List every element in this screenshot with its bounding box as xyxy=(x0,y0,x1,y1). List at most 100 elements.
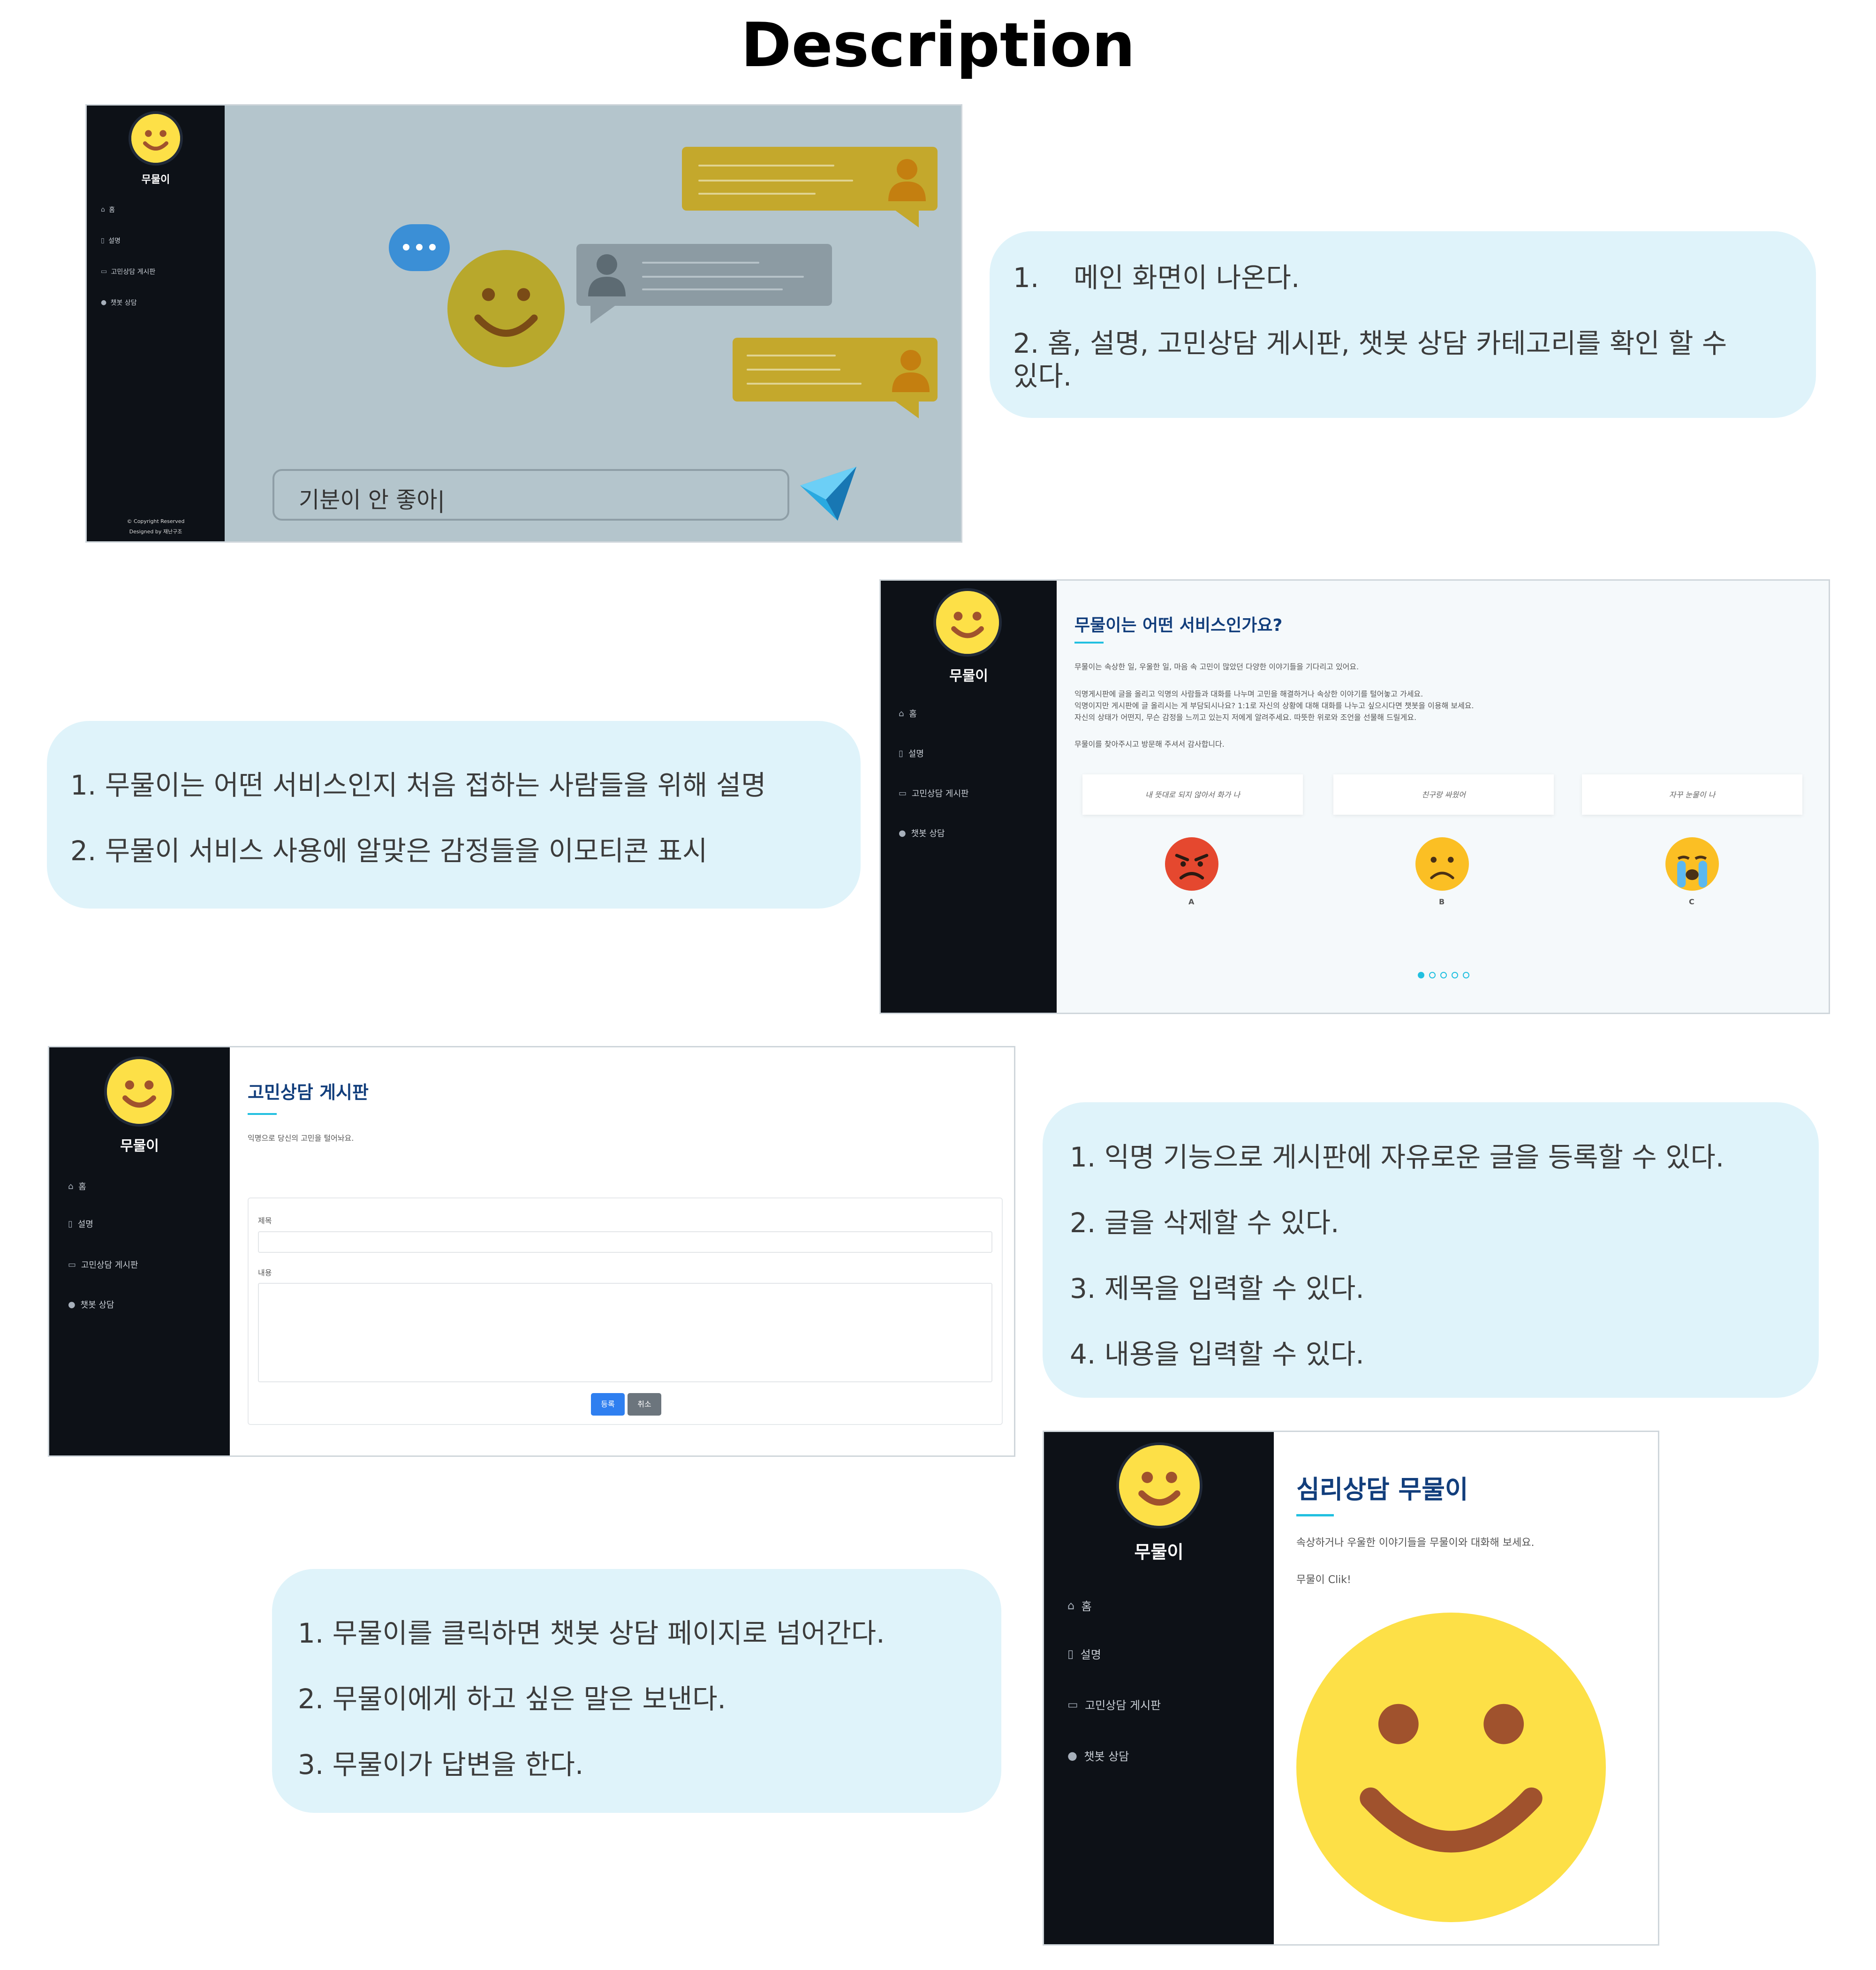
bubble3-line4: 4. 내용을 입력할 수 있다. xyxy=(1070,1338,1364,1370)
bubble3-line2: 2. 글을 삭제할 수 있다. xyxy=(1070,1207,1339,1239)
nav-home[interactable]: ⌂ 홈 xyxy=(68,1180,86,1192)
content-label: 내용 xyxy=(258,1268,272,1277)
angry-face-icon xyxy=(1165,837,1218,891)
chatbot-smiley-button[interactable] xyxy=(1296,1613,1606,1922)
testimonial-quote: 친구랑 싸웠어 xyxy=(1422,790,1466,799)
book-icon: ▯ xyxy=(101,237,105,244)
nav-about[interactable]: ▯ 설명 xyxy=(68,1218,93,1230)
intro-paragraph-1: 무물이는 속상한 일, 우울한 일, 마음 속 고민이 많았던 다양한 이야기들… xyxy=(1074,662,1359,671)
brand-name: 무물이 xyxy=(1134,1542,1184,1562)
nav-board[interactable]: ▭ 고민상담 게시판 xyxy=(1067,1696,1161,1712)
chat-icon: ● xyxy=(1067,1749,1077,1762)
description-bubble-chatbot-page: 1. 무물이를 클릭하면 챗봇 상담 페이지로 넘어간다. 2. 무물이에게 하… xyxy=(272,1569,1001,1813)
bubble2-line1: 1. 무물이는 어떤 서비스인지 처음 접하는 사람들을 위해 설명 xyxy=(70,769,766,801)
nav-about-label: 설명 xyxy=(77,1220,93,1229)
pagination-dot[interactable] xyxy=(1463,972,1469,978)
typing-bubble-icon xyxy=(389,224,450,271)
smiley-logo[interactable] xyxy=(131,114,180,163)
chatbot-landing-content: 심리상담 무물이 속상하거나 우울한 이야기들을 무물이와 대화해 보세요. 무… xyxy=(1274,1432,1658,1944)
smiley-logo[interactable] xyxy=(107,1059,172,1124)
nav-chatbot[interactable]: ● 챗봇 상담 xyxy=(101,298,137,307)
nav-about[interactable]: ▯ 설명 xyxy=(899,747,924,759)
pagination-dot[interactable] xyxy=(1429,972,1436,978)
clipboard-icon: ▭ xyxy=(1067,1697,1078,1711)
nav-chatbot[interactable]: ● 챗봇 상담 xyxy=(68,1298,114,1311)
description-content: 무물이는 어떤 서비스인가요? 무물이는 속상한 일, 우울한 일, 마음 속 … xyxy=(1057,581,1829,1013)
carousel-pagination[interactable] xyxy=(1418,971,1479,980)
testimonial-quote: 자꾸 눈물이 나 xyxy=(1669,790,1716,799)
nav-chatbot[interactable]: ● 챗봇 상담 xyxy=(1067,1747,1129,1764)
bubble1-line2b: 있다. xyxy=(1013,360,1072,392)
screenshot-chatbot-page: 무물이 ⌂ 홈 ▯ 설명 ▭ 고민상담 게시판 ● 챗봇 상담 심리상담 무물이 속상하… xyxy=(1043,1431,1659,1946)
description-bubble-about-page: 1. 무물이는 어떤 서비스인지 처음 접하는 사람들을 위해 설명 2. 무물… xyxy=(47,721,861,909)
send-icon[interactable] xyxy=(798,467,859,523)
footer-copyright: © Copyright Reserved xyxy=(127,518,185,524)
message-input-text: 기분이 안 좋아| xyxy=(299,487,445,513)
post-form: 제목 내용 등록 취소 xyxy=(248,1197,1003,1425)
screenshot-main-screen: 무물이 ⌂ 홈 ▯ 설명 ▭ 고민상담 게시판 ● 챗봇 상담 © Copyright … xyxy=(85,104,962,543)
pagination-dot[interactable] xyxy=(1440,972,1447,978)
emoji-label-a: A xyxy=(1188,897,1195,906)
title-underline xyxy=(1296,1514,1334,1516)
chat-icon: ● xyxy=(101,299,107,306)
home-icon: ⌂ xyxy=(68,1181,74,1191)
testimonial-quote: 내 뜻대로 되지 않아서 화가 나 xyxy=(1145,790,1241,799)
page-heading: 심리상담 무물이 xyxy=(1296,1475,1468,1504)
pagination-dot-active[interactable] xyxy=(1418,972,1424,978)
page-title: Description xyxy=(741,9,1135,81)
sidebar: 무물이 ⌂ 홈 ▯ 설명 ▭ 고민상담 게시판 ● 챗봇 상담 xyxy=(881,581,1057,1013)
sidebar: 무물이 ⌂ 홈 ▯ 설명 ▭ 고민상담 게시판 ● 챗봇 상담 xyxy=(1044,1432,1274,1944)
chat-message-user-1 xyxy=(682,147,938,211)
bubble1-line1: 1. 메인 화면이 나온다. xyxy=(1013,262,1300,294)
nav-board[interactable]: ▭ 고민상담 게시판 xyxy=(899,787,968,799)
person-icon xyxy=(588,252,626,296)
nav-chatbot-label: 챗봇 상담 xyxy=(911,829,945,839)
chat-message-bot xyxy=(576,244,832,306)
nav-about-label: 설명 xyxy=(108,237,121,245)
title-underline xyxy=(248,1113,277,1115)
nav-chatbot[interactable]: ● 챗봇 상담 xyxy=(899,827,945,839)
title-label: 제목 xyxy=(258,1216,272,1225)
nav-board[interactable]: ▭ 고민상담 게시판 xyxy=(101,267,155,276)
title-input[interactable] xyxy=(258,1231,992,1253)
smiley-logo[interactable] xyxy=(936,591,999,654)
intro-paragraph-3: 익명이지만 게시판에 글 올리시는 게 부담되시나요? 1:1로 자신의 상황에… xyxy=(1074,701,1474,710)
message-input[interactable]: 기분이 안 좋아| xyxy=(272,469,789,521)
page-subtitle: 익명으로 당신의 고민을 털어놔요. xyxy=(248,1134,354,1143)
description-bubble-board-page: 1. 익명 기능으로 게시판에 자유로운 글을 등록할 수 있다. 2. 글을 … xyxy=(1043,1102,1819,1398)
chat-icon: ● xyxy=(899,828,906,838)
nav-home-label: 홈 xyxy=(909,709,917,719)
intro-paragraph-5: 무물이를 찾아주시고 방문해 주셔서 감사합니다. xyxy=(1074,740,1225,749)
sidebar: 무물이 ⌂ 홈 ▯ 설명 ▭ 고민상담 게시판 ● 챗봇 상담 © Copyright … xyxy=(87,106,225,541)
frowning-face-icon xyxy=(1415,837,1469,891)
cancel-button[interactable]: 취소 xyxy=(628,1393,661,1416)
content-textarea[interactable] xyxy=(258,1283,992,1382)
home-icon: ⌂ xyxy=(899,708,904,719)
nav-home[interactable]: ⌂ 홈 xyxy=(1067,1597,1092,1614)
bubble2-line2: 2. 무물이 서비스 사용에 알맞은 감정들을 이모티콘 표시 xyxy=(70,835,708,867)
sidebar: 무물이 ⌂ 홈 ▯ 설명 ▭ 고민상담 게시판 ● 챗봇 상담 xyxy=(49,1047,230,1455)
nav-home[interactable]: ⌂ 홈 xyxy=(101,205,115,214)
nav-about-label: 설명 xyxy=(1080,1648,1101,1661)
nav-chatbot-label: 챗봇 상담 xyxy=(80,1300,114,1310)
screenshot-description-page: 무물이 ⌂ 홈 ▯ 설명 ▭ 고민상담 게시판 ● 챗봇 상담 무물이는 어떤 서비스인… xyxy=(879,579,1830,1014)
nav-about[interactable]: ▯ 설명 xyxy=(101,236,121,245)
nav-board-label: 고민상담 게시판 xyxy=(81,1260,138,1270)
nav-about[interactable]: ▯ 설명 xyxy=(1067,1645,1101,1662)
brand-name: 무물이 xyxy=(141,174,170,186)
page-subtitle: 속상하거나 우울한 이야기들을 무물이와 대화해 보세요. xyxy=(1296,1537,1535,1549)
emoji-label-b: B xyxy=(1439,897,1445,906)
nav-home[interactable]: ⌂ 홈 xyxy=(899,707,917,720)
nav-home-label: 홈 xyxy=(109,206,115,214)
person-icon xyxy=(892,348,930,392)
smiley-logo[interactable] xyxy=(1119,1445,1200,1526)
submit-button[interactable]: 등록 xyxy=(591,1393,625,1416)
bubble4-line1: 1. 무물이를 클릭하면 챗봇 상담 페이지로 넘어간다. xyxy=(298,1617,885,1649)
nav-board[interactable]: ▭ 고민상담 게시판 xyxy=(68,1258,138,1271)
emoji-label-c: C xyxy=(1689,897,1694,906)
bubble1-line2a: 2. 홈, 설명, 고민상담 게시판, 챗봇 상담 카테고리를 확인 할 수 xyxy=(1013,327,1727,359)
pagination-dot[interactable] xyxy=(1452,972,1458,978)
person-icon xyxy=(888,157,926,201)
bubble3-line1: 1. 익명 기능으로 게시판에 자유로운 글을 등록할 수 있다. xyxy=(1070,1141,1725,1173)
nav-chatbot-label: 챗봇 상담 xyxy=(1084,1750,1129,1763)
